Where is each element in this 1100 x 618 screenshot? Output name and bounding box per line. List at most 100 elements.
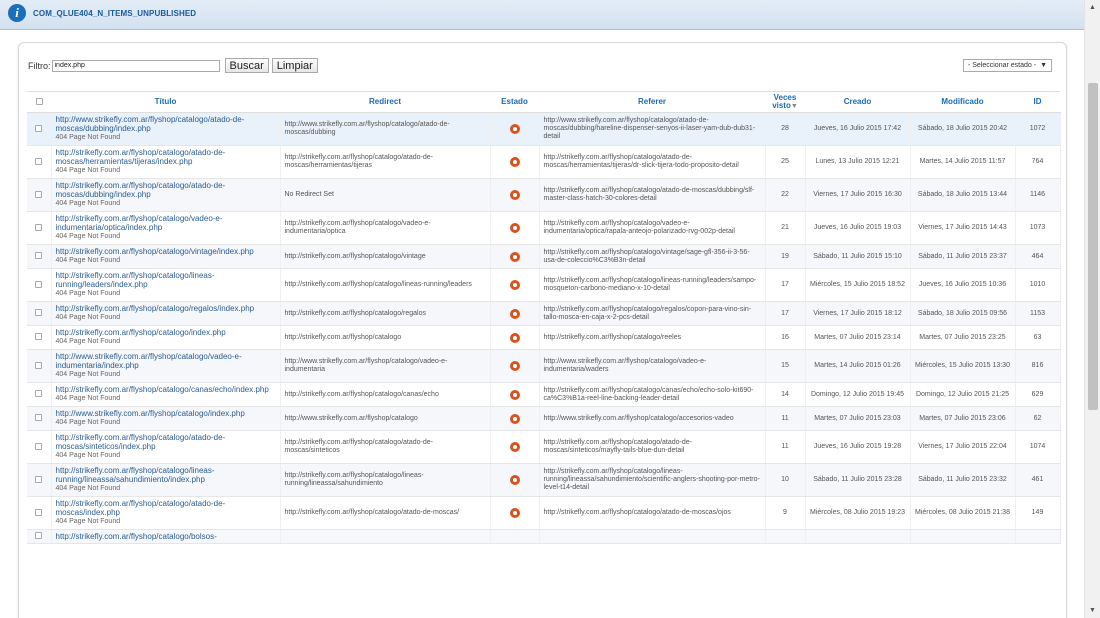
row-checkbox[interactable] [35, 190, 43, 198]
status-cell[interactable] [490, 244, 540, 269]
table-row[interactable]: http://strikefly.com.ar/flyshop/catalogo… [27, 463, 1061, 497]
row-checkbox[interactable] [35, 309, 43, 317]
source-url-link[interactable]: http://www.strikefly.com.ar/flyshop/cata… [56, 115, 276, 133]
unpublished-status-icon[interactable] [509, 508, 520, 518]
source-url-link[interactable]: http://strikefly.com.ar/flyshop/catalogo… [56, 304, 276, 313]
row-checkbox-cell[interactable] [27, 145, 52, 179]
column-header-modified[interactable]: Modificado [910, 91, 1015, 113]
row-checkbox[interactable] [35, 390, 43, 398]
row-checkbox-cell[interactable] [27, 178, 52, 212]
vertical-scrollbar[interactable]: ▲ ▼ [1084, 0, 1100, 618]
row-checkbox-cell[interactable] [27, 496, 52, 530]
status-cell[interactable] [490, 145, 540, 179]
status-cell[interactable] [490, 406, 540, 431]
unpublished-status-icon[interactable] [509, 332, 520, 343]
status-cell[interactable] [490, 382, 540, 407]
source-url-link[interactable]: http://strikefly.com.ar/flyshop/catalogo… [56, 328, 276, 337]
unpublished-status-icon[interactable] [509, 475, 520, 485]
row-checkbox-cell[interactable] [27, 406, 52, 431]
row-checkbox[interactable] [35, 508, 43, 516]
table-row[interactable]: http://strikefly.com.ar/flyshop/catalogo… [27, 529, 1061, 544]
status-cell[interactable] [490, 112, 540, 146]
row-checkbox-cell[interactable] [27, 349, 52, 383]
table-row[interactable]: http://strikefly.com.ar/flyshop/catalogo… [27, 301, 1061, 326]
source-url-link[interactable]: http://strikefly.com.ar/flyshop/catalogo… [56, 247, 276, 256]
search-button[interactable]: Buscar [224, 58, 269, 73]
row-checkbox[interactable] [35, 414, 43, 422]
column-header-status[interactable]: Estado [490, 91, 539, 113]
unpublished-status-icon[interactable] [509, 190, 520, 200]
filter-input[interactable] [51, 59, 220, 72]
source-url-link[interactable]: http://strikefly.com.ar/flyshop/catalogo… [56, 466, 276, 484]
state-select[interactable]: - Seleccionar estado - ▼ [962, 59, 1052, 72]
select-all-checkbox[interactable] [35, 98, 43, 106]
unpublished-status-icon[interactable] [509, 389, 520, 400]
table-row[interactable]: http://strikefly.com.ar/flyshop/catalogo… [27, 430, 1061, 464]
status-cell[interactable] [490, 529, 540, 544]
column-header-title[interactable]: Título [51, 91, 280, 113]
row-checkbox[interactable] [35, 280, 43, 288]
column-header-redirect[interactable]: Redirect [280, 91, 490, 113]
status-cell[interactable] [490, 301, 540, 326]
row-checkbox-cell[interactable] [27, 382, 52, 407]
row-checkbox-cell[interactable] [27, 529, 52, 544]
status-cell[interactable] [490, 268, 540, 302]
row-checkbox[interactable] [35, 333, 43, 341]
scroll-down-arrow-icon[interactable]: ▼ [1089, 607, 1096, 614]
row-checkbox-cell[interactable] [27, 244, 52, 269]
source-url-link[interactable]: http://strikefly.com.ar/flyshop/catalogo… [56, 181, 276, 199]
unpublished-status-icon[interactable] [509, 280, 520, 290]
row-checkbox-cell[interactable] [27, 325, 52, 350]
table-row[interactable]: http://strikefly.com.ar/flyshop/catalogo… [27, 496, 1061, 530]
source-url-link[interactable]: http://strikefly.com.ar/flyshop/catalogo… [56, 271, 276, 289]
unpublished-status-icon[interactable] [509, 361, 520, 371]
unpublished-status-icon[interactable] [509, 124, 520, 134]
row-checkbox-cell[interactable] [27, 463, 52, 497]
row-checkbox[interactable] [35, 223, 43, 231]
row-checkbox[interactable] [35, 532, 43, 540]
unpublished-status-icon[interactable] [509, 442, 520, 452]
column-header-created[interactable]: Creado [805, 91, 910, 113]
status-cell[interactable] [490, 430, 540, 464]
table-row[interactable]: http://strikefly.com.ar/flyshop/catalogo… [27, 382, 1061, 407]
status-cell[interactable] [490, 325, 540, 350]
table-row[interactable]: http://www.strikefly.com.ar/flyshop/cata… [27, 349, 1061, 383]
table-row[interactable]: http://www.strikefly.com.ar/flyshop/cata… [27, 112, 1061, 146]
table-row[interactable]: http://strikefly.com.ar/flyshop/catalogo… [27, 211, 1061, 245]
table-row[interactable]: http://strikefly.com.ar/flyshop/catalogo… [27, 145, 1061, 179]
row-checkbox-cell[interactable] [27, 268, 52, 302]
status-cell[interactable] [490, 463, 540, 497]
status-cell[interactable] [490, 178, 540, 212]
row-checkbox-cell[interactable] [27, 112, 52, 146]
row-checkbox-cell[interactable] [27, 430, 52, 464]
column-header-hits[interactable]: Veces visto▼ [765, 91, 805, 113]
table-row[interactable]: http://strikefly.com.ar/flyshop/catalogo… [27, 244, 1061, 269]
column-header-id[interactable]: ID [1015, 91, 1060, 113]
row-checkbox-cell[interactable] [27, 301, 52, 326]
table-row[interactable]: http://strikefly.com.ar/flyshop/catalogo… [27, 325, 1061, 350]
row-checkbox[interactable] [35, 361, 43, 369]
source-url-link[interactable]: http://strikefly.com.ar/flyshop/catalogo… [56, 499, 276, 517]
clear-button[interactable]: Limpiar [271, 58, 318, 73]
row-checkbox[interactable] [35, 475, 43, 483]
source-url-link[interactable]: http://www.strikefly.com.ar/flyshop/cata… [56, 352, 276, 370]
status-cell[interactable] [490, 496, 540, 530]
select-all-checkbox-cell[interactable] [27, 91, 51, 113]
column-header-referer[interactable]: Referer [539, 91, 765, 113]
status-cell[interactable] [490, 211, 540, 245]
unpublished-status-icon[interactable] [509, 413, 520, 424]
row-checkbox[interactable] [35, 442, 43, 450]
row-checkbox[interactable] [35, 124, 43, 132]
unpublished-status-icon[interactable] [509, 308, 520, 319]
unpublished-status-icon[interactable] [509, 223, 520, 233]
row-checkbox[interactable] [35, 252, 43, 260]
table-row[interactable]: http://strikefly.com.ar/flyshop/catalogo… [27, 268, 1061, 302]
scroll-thumb[interactable] [1088, 83, 1098, 410]
row-checkbox-cell[interactable] [27, 211, 52, 245]
unpublished-status-icon[interactable] [509, 251, 520, 262]
status-cell[interactable] [490, 349, 540, 383]
table-row[interactable]: http://www.strikefly.com.ar/flyshop/cata… [27, 406, 1061, 431]
source-url-link[interactable]: http://strikefly.com.ar/flyshop/catalogo… [56, 214, 276, 232]
unpublished-status-icon[interactable] [509, 157, 520, 167]
source-url-link[interactable]: http://strikefly.com.ar/flyshop/catalogo… [56, 532, 276, 541]
